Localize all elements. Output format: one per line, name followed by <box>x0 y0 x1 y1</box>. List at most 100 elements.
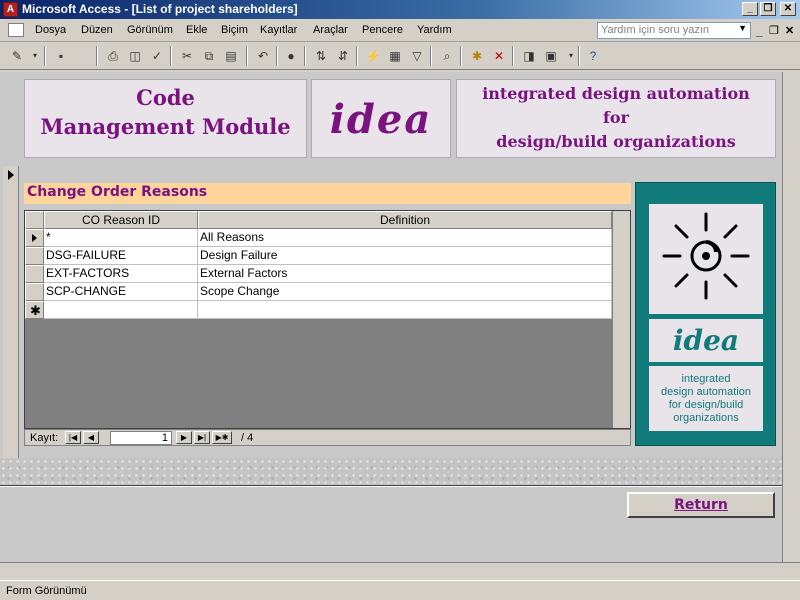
minimize-button[interactable]: _ <box>742 2 758 16</box>
help-search-input[interactable]: Yardım için soru yazın ▼ <box>597 22 751 39</box>
cell-co-reason-id[interactable]: SCP-CHANGE <box>44 283 198 301</box>
menu-dosya[interactable]: Dosya <box>35 24 66 36</box>
apply-filter-icon[interactable]: ▽ <box>408 47 426 65</box>
toolbar: ✎ ▾ ▪ ⎙ ◫ ✓ ✂ ⧉ ▤ ↶ ● ⇅ ⇵ ⚡ ▦ ▽ ⌕ ✱ ✕ ◨ … <box>0 42 800 70</box>
view-icon[interactable]: ✎ <box>8 47 26 65</box>
toolbar-separator <box>304 46 306 66</box>
doc-close-button[interactable]: ✕ <box>785 24 794 37</box>
spelling-icon[interactable]: ✓ <box>148 47 166 65</box>
doc-minimize-button[interactable]: _ <box>756 24 763 38</box>
first-record-button[interactable]: |◀ <box>65 431 81 444</box>
menu-bicim[interactable]: Biçim <box>221 24 248 36</box>
toolbar-separator <box>430 46 432 66</box>
menu-gorunum[interactable]: Görünüm <box>127 24 173 36</box>
cell-definition[interactable]: Scope Change <box>198 283 612 301</box>
form-record-selector[interactable] <box>3 166 19 458</box>
new-row-selector[interactable]: ✱ <box>25 301 44 319</box>
print-icon[interactable]: ⎙ <box>104 47 122 65</box>
cell-definition[interactable]: External Factors <box>198 265 612 283</box>
logo-caption-line1: integrated <box>681 373 731 385</box>
filter-by-form-icon[interactable]: ▦ <box>386 47 404 65</box>
form-footer-band <box>0 458 782 486</box>
module-title-line1: Code <box>136 85 195 110</box>
doc-restore-button[interactable]: ❐ <box>769 24 779 37</box>
new-cell-co-reason-id[interactable] <box>44 301 198 319</box>
current-record-arrow-icon <box>8 170 14 180</box>
undo-icon[interactable]: ↶ <box>254 47 272 65</box>
new-cell-definition[interactable] <box>198 301 612 319</box>
menu-duzen[interactable]: Düzen <box>81 24 113 36</box>
window-title: Microsoft Access - [List of project shar… <box>22 2 298 16</box>
cell-co-reason-id[interactable]: DSG-FAILURE <box>44 247 198 265</box>
new-record-icon: ✱ <box>30 303 41 318</box>
paste-icon[interactable]: ▤ <box>222 47 240 65</box>
return-button[interactable]: Return <box>627 492 775 518</box>
column-header-co-reason-id[interactable]: CO Reason ID <box>44 211 198 229</box>
sort-ascending-icon[interactable]: ⇅ <box>312 47 330 65</box>
toolbar-separator <box>276 46 278 66</box>
delete-record-icon[interactable]: ✕ <box>490 47 508 65</box>
datasheet[interactable]: CO Reason ID Definition * All Reasons DS… <box>24 210 631 429</box>
hyperlink-icon[interactable]: ● <box>282 47 300 65</box>
toolbar-separator <box>96 46 98 66</box>
menu-yardim[interactable]: Yardım <box>417 24 452 36</box>
menu-pencere[interactable]: Pencere <box>362 24 403 36</box>
cell-definition[interactable]: Design Failure <box>198 247 612 265</box>
logo-caption-line2: design automation <box>661 386 751 398</box>
document-icon[interactable] <box>8 23 24 37</box>
cell-co-reason-id[interactable]: * <box>44 229 198 247</box>
datasheet-scrollbar[interactable] <box>612 211 630 428</box>
current-row-arrow-icon <box>32 234 37 242</box>
tagline-line3: design/build organizations <box>496 132 736 151</box>
new-object-icon[interactable]: ▣ <box>542 47 560 65</box>
tagline-line2: for <box>603 108 629 127</box>
row-selector[interactable] <box>25 265 44 283</box>
row-selector[interactable] <box>25 283 44 301</box>
record-count: / 4 <box>241 432 254 444</box>
filter-by-selection-icon[interactable]: ⚡ <box>364 47 382 65</box>
menu-ekle[interactable]: Ekle <box>186 24 207 36</box>
row-selector[interactable] <box>25 247 44 265</box>
close-button[interactable]: ✕ <box>780 2 796 16</box>
horizontal-scrollbar[interactable] <box>0 562 800 580</box>
help-icon[interactable]: ? <box>584 47 602 65</box>
menu-kayitlar[interactable]: Kayıtlar <box>260 24 297 36</box>
module-title-line2: Management Module <box>40 114 291 139</box>
logo-caption: integrated design automation for design/… <box>649 366 763 431</box>
cell-definition[interactable]: All Reasons <box>198 229 612 247</box>
select-all-corner[interactable] <box>25 211 44 229</box>
logo-caption-line3: for design/build <box>668 399 744 411</box>
print-preview-icon[interactable]: ◫ <box>126 47 144 65</box>
cell-co-reason-id[interactable]: EXT-FACTORS <box>44 265 198 283</box>
save-icon[interactable]: ▪ <box>52 47 70 65</box>
last-record-button[interactable]: ▶| <box>194 431 210 444</box>
maximize-button[interactable]: ❐ <box>760 2 776 16</box>
title-bar: A Microsoft Access - [List of project sh… <box>0 0 800 19</box>
toolbar-separator <box>44 46 46 66</box>
tagline-box: integrated design automation for design/… <box>456 79 776 158</box>
new-record-button[interactable]: ▶✱ <box>212 431 232 444</box>
previous-record-button[interactable]: ◀ <box>83 431 99 444</box>
toolbar-separator <box>512 46 514 66</box>
next-record-button[interactable]: ▶ <box>176 431 192 444</box>
column-header-definition[interactable]: Definition <box>198 211 612 229</box>
sun-logo-icon <box>662 212 750 300</box>
subform-title: Change Order Reasons <box>24 183 631 204</box>
menu-araclar[interactable]: Araçlar <box>313 24 348 36</box>
status-bar: Form Görünümü <box>0 580 800 600</box>
copy-icon[interactable]: ⧉ <box>200 47 218 65</box>
sun-logo <box>649 204 763 314</box>
database-window-icon[interactable]: ◨ <box>520 47 538 65</box>
cut-icon[interactable]: ✂ <box>178 47 196 65</box>
access-icon[interactable]: A <box>3 2 18 17</box>
chevron-down-icon[interactable]: ▾ <box>26 47 44 65</box>
current-record-input[interactable]: 1 <box>110 431 172 445</box>
section-divider <box>0 485 782 487</box>
vertical-scrollbar[interactable] <box>782 72 800 562</box>
sort-descending-icon[interactable]: ⇵ <box>334 47 352 65</box>
find-icon[interactable]: ⌕ <box>438 47 456 65</box>
chevron-down-icon[interactable]: ▼ <box>738 23 747 33</box>
row-selector[interactable] <box>25 229 44 247</box>
new-record-icon[interactable]: ✱ <box>468 47 486 65</box>
idea-logo-small: idea <box>649 319 763 362</box>
